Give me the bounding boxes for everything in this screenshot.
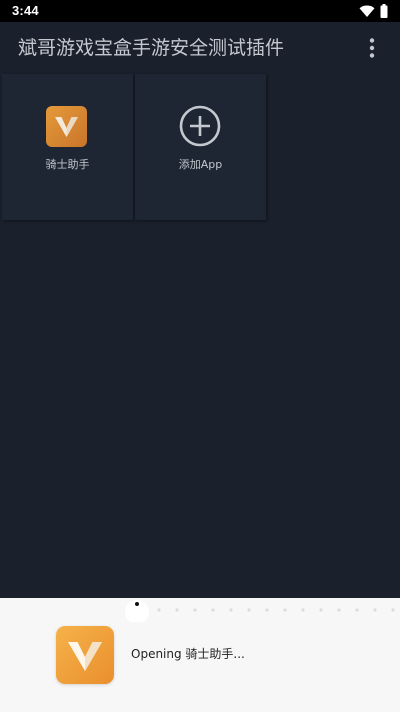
launch-status-text: Opening 骑士助手...	[131, 647, 245, 661]
more-vert-icon[interactable]	[360, 36, 384, 60]
toolbar: 斌哥游戏宝盒手游安全测试插件	[0, 22, 400, 74]
battery-icon	[380, 4, 388, 18]
tile-label: 骑士助手	[45, 158, 90, 171]
tile-add-app[interactable]: 添加App	[135, 74, 266, 220]
tile-label: 添加App	[178, 158, 223, 171]
app-title: 斌哥游戏宝盒手游安全测试插件	[18, 37, 285, 59]
launch-progress-dots	[125, 600, 395, 622]
status-bar: 3:44	[0, 0, 400, 22]
knight-assistant-app-icon	[56, 626, 114, 684]
tile-knight-assistant[interactable]: 骑士助手	[2, 74, 133, 220]
status-time: 3:44	[12, 3, 39, 18]
launch-sheet: Opening 骑士助手...	[0, 598, 400, 712]
wifi-icon	[359, 5, 375, 17]
knight-assistant-app-icon	[46, 106, 87, 147]
add-circle-icon	[179, 105, 221, 147]
screen: 3:44 斌哥游戏宝盒手游安全测试插件 骑士助手 添加App Opening 骑…	[0, 0, 400, 712]
